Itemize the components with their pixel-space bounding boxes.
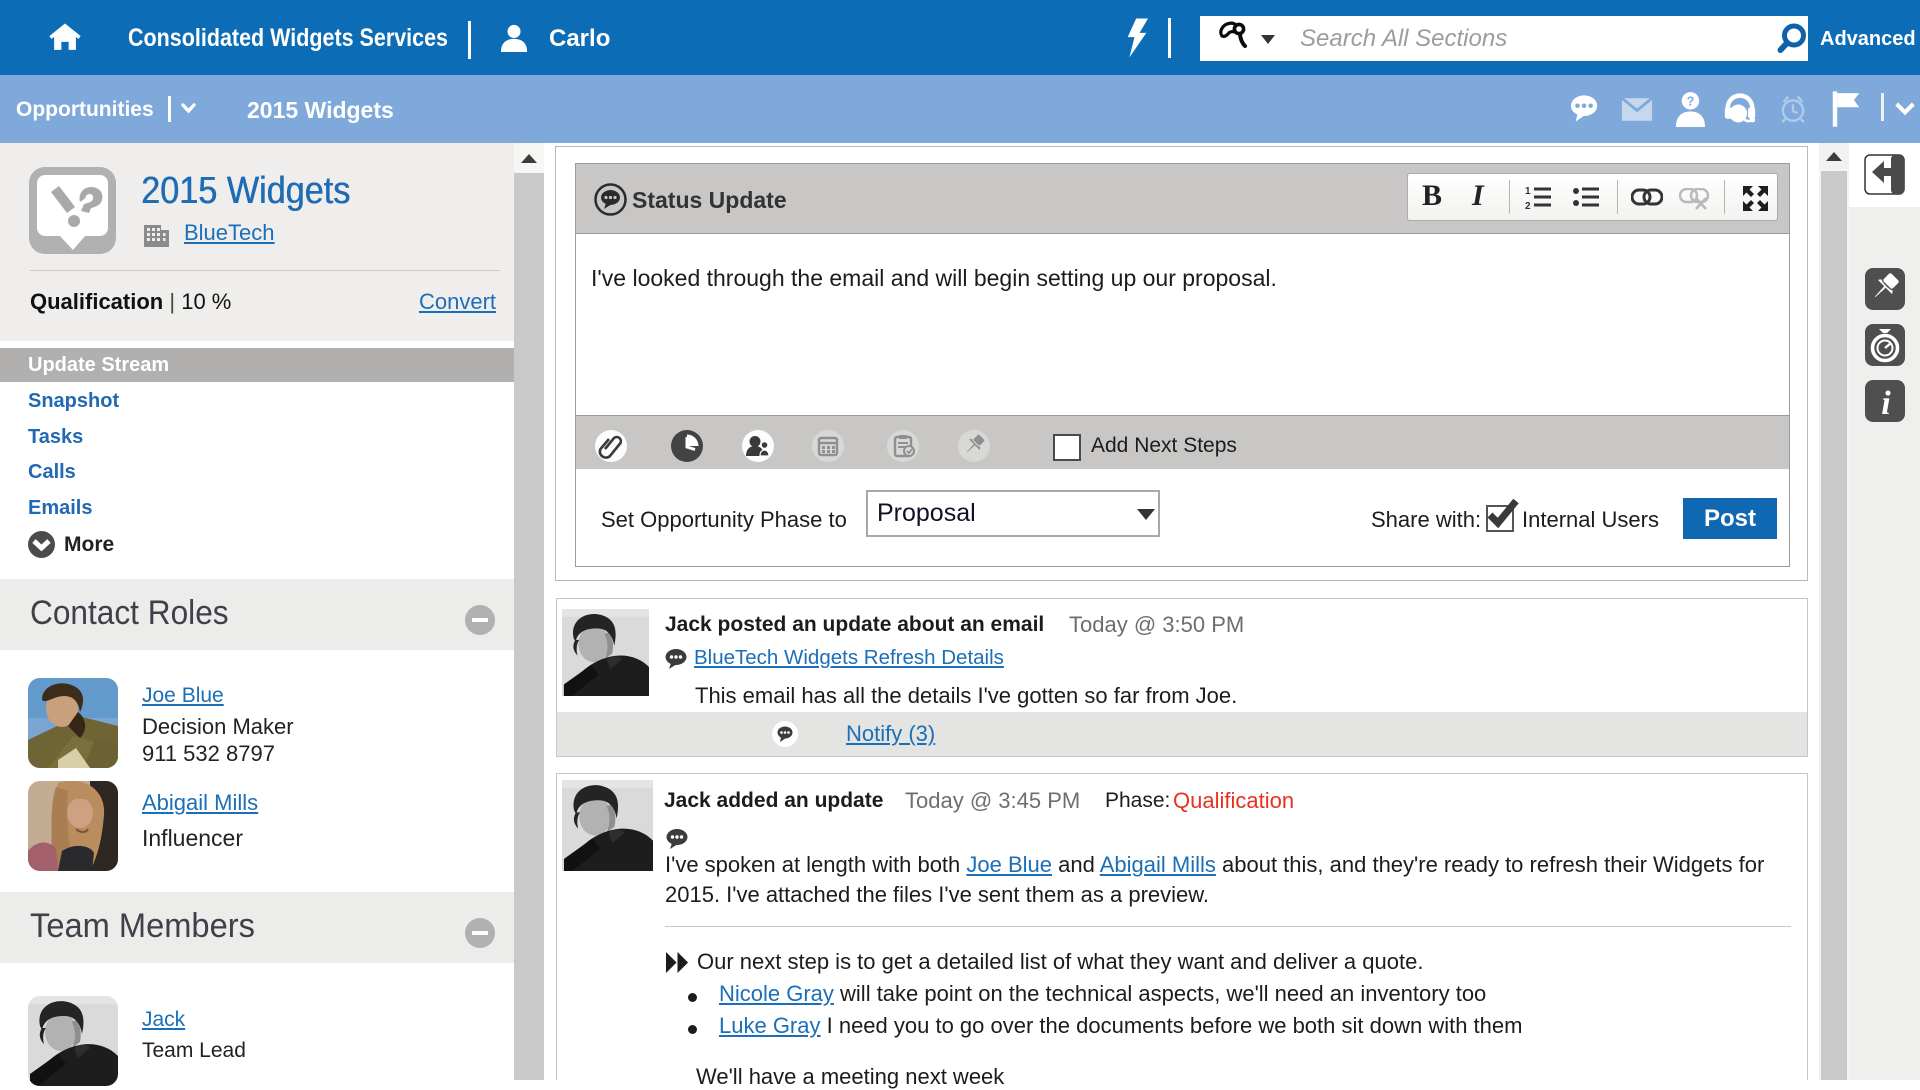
svg-text:?: ? xyxy=(1687,95,1695,109)
svg-text:i: i xyxy=(1881,385,1891,422)
svg-text:2: 2 xyxy=(1525,201,1531,210)
svg-text:1: 1 xyxy=(1525,186,1531,197)
